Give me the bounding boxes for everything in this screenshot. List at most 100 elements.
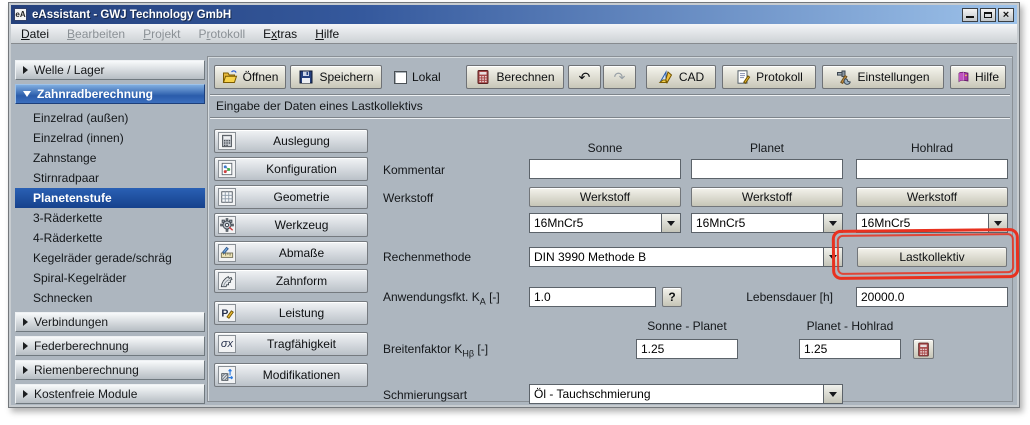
calculator-icon: [475, 69, 491, 85]
redo-button[interactable]: ↷: [603, 65, 636, 89]
dropdown-arrow-icon[interactable]: [988, 214, 1007, 232]
dropdown-arrow-icon[interactable]: [823, 214, 842, 232]
kommentar-input-hohlrad[interactable]: [856, 159, 1008, 179]
section-label: Verbindungen: [34, 315, 108, 329]
close-button[interactable]: ×: [998, 8, 1014, 22]
berechnen-button[interactable]: Berechnen: [466, 65, 564, 89]
sidebar-item-stirnradpaar[interactable]: Stirnradpaar: [15, 168, 205, 188]
dropdown-arrow-icon[interactable]: [823, 385, 842, 403]
minimize-button[interactable]: [962, 8, 978, 22]
sidebar-section-federberechnung[interactable]: Federberechnung: [15, 336, 205, 356]
breitenfaktor-input-sonne-planet[interactable]: [636, 339, 738, 359]
tragfaehigkeit-label: Tragfähigkeit: [236, 337, 367, 351]
sidebar-item-schnecken[interactable]: Schnecken: [15, 288, 205, 308]
save-button[interactable]: Speichern: [290, 65, 382, 89]
hilfe-button[interactable]: Hilfe: [950, 65, 1006, 89]
menu-item-hilfe[interactable]: Hilfe: [315, 27, 339, 41]
dropdown-arrow-icon[interactable]: [823, 248, 842, 266]
sidebar-item-planetenstufe[interactable]: Planetenstufe: [15, 188, 205, 208]
rechenmethode-label: Rechenmethode: [383, 250, 471, 264]
sidebar-section-verbindungen[interactable]: Verbindungen: [15, 312, 205, 332]
breitenfaktor-label: Breitenfaktor KHβ [-]: [383, 342, 488, 358]
rechenmethode-select[interactable]: DIN 3990 Methode B: [529, 247, 843, 267]
select-value: Öl - Tauchschmierung: [530, 385, 823, 403]
anwendungsfaktor-input[interactable]: [529, 287, 656, 307]
save-button-label: Speichern: [319, 70, 373, 84]
werkstoff-select-sonne[interactable]: 16MnCr5: [529, 213, 681, 233]
sidebar-section-welle-lager[interactable]: Welle / Lager: [15, 60, 205, 80]
title-bar[interactable]: eA eAssistant - GWJ Technology GmbH ×: [11, 5, 1017, 24]
cad-button-label: CAD: [679, 70, 704, 84]
sidebar-item-kegelraeder[interactable]: Kegelräder gerade/schräg: [15, 248, 205, 268]
menu-item-extras[interactable]: Extras: [263, 27, 297, 41]
werkstoff-select-planet[interactable]: 16MnCr5: [691, 213, 843, 233]
window-body: Welle / Lager Zahnradberechnung Einzelra…: [11, 44, 1017, 405]
werkstoff-button-hohlrad[interactable]: Werkstoff: [856, 187, 1008, 207]
sidebar-item-spiral-kegelraeder[interactable]: Spiral-Kegelräder: [15, 268, 205, 288]
leistung-button[interactable]: P Leistung: [214, 301, 368, 325]
sidebar-section-zahnradberechnung[interactable]: Zahnradberechnung: [15, 84, 205, 104]
breitenfaktor-input-planet-hohlrad[interactable]: [799, 339, 901, 359]
column-header-hohlrad: Hohlrad: [856, 141, 1008, 155]
anwendungsfaktor-label: Anwendungsfkt. KA [-]: [383, 290, 500, 306]
kommentar-input-sonne[interactable]: [529, 159, 681, 179]
sidebar-section-riemenberechnung[interactable]: Riemenberechnung: [15, 360, 205, 380]
zahnform-label: Zahnform: [236, 274, 367, 288]
sidebar-nav: Welle / Lager Zahnradberechnung Einzelra…: [15, 60, 205, 405]
section-label: Welle / Lager: [34, 63, 104, 77]
cad-button[interactable]: CAD: [646, 65, 716, 89]
zahnform-button[interactable]: Zahnform: [214, 269, 368, 293]
abmasse-button[interactable]: Abmaße: [214, 241, 368, 265]
panel-header: Eingabe der Daten eines Lastkollektivs: [216, 99, 423, 113]
sidebar-item-einzelrad-aussen[interactable]: Einzelrad (außen): [15, 108, 205, 128]
geometrie-label: Geometrie: [236, 190, 367, 204]
menu-item-protokoll: Protokoll: [198, 27, 245, 41]
lebensdauer-input[interactable]: [856, 287, 1008, 307]
help-question-button[interactable]: ?: [662, 287, 682, 307]
auslegung-label: Auslegung: [236, 134, 367, 148]
schmierungsart-select[interactable]: Öl - Tauchschmierung: [529, 384, 843, 404]
auslegung-button[interactable]: Auslegung: [214, 129, 368, 153]
sidebar-section-kostenfreie-module[interactable]: Kostenfreie Module: [15, 384, 205, 404]
protokoll-button[interactable]: Protokoll: [722, 65, 816, 89]
divider: [210, 117, 1010, 119]
werkzeug-button[interactable]: Werkzeug: [214, 213, 368, 237]
floppy-disk-icon: [298, 69, 314, 85]
werkstoff-button-planet[interactable]: Werkstoff: [691, 187, 843, 207]
lokal-checkbox[interactable]: Lokal: [394, 70, 441, 84]
open-button[interactable]: Öffnen: [214, 65, 286, 89]
grid-icon: [218, 188, 236, 206]
screenshot-stage: eA eAssistant - GWJ Technology GmbH × Da…: [0, 0, 1030, 425]
svg-text:P: P: [221, 308, 228, 320]
sidebar-item-einzelrad-innen[interactable]: Einzelrad (innen): [15, 128, 205, 148]
konfiguration-button[interactable]: Konfiguration: [214, 157, 368, 181]
tragfaehigkeit-button[interactable]: σx Tragfähigkeit: [214, 332, 368, 356]
modifikationen-label: Modifikationen: [236, 368, 367, 382]
lebensdauer-label: Lebensdauer [h]: [731, 290, 833, 304]
sidebar-item-zahnstange[interactable]: Zahnstange: [15, 148, 205, 168]
select-value: DIN 3990 Methode B: [530, 248, 823, 266]
sigma-icon: σx: [218, 335, 236, 353]
divider: [210, 94, 1010, 96]
dropdown-arrow-icon[interactable]: [661, 214, 680, 232]
sidebar-item-3-raederkette[interactable]: 3-Räderkette: [15, 208, 205, 228]
maximize-button[interactable]: [980, 8, 996, 22]
section-label: Federberechnung: [34, 339, 129, 353]
kommentar-input-planet[interactable]: [691, 159, 843, 179]
report-document-icon: [735, 69, 751, 85]
chevron-right-icon: [23, 366, 28, 374]
einstellungen-button[interactable]: Einstellungen: [822, 65, 944, 89]
werkstoff-button-sonne[interactable]: Werkstoff: [529, 187, 681, 207]
sidebar-item-4-raederkette[interactable]: 4-Räderkette: [15, 228, 205, 248]
geometrie-button[interactable]: Geometrie: [214, 185, 368, 209]
open-folder-icon: [222, 69, 238, 85]
checkbox-icon: [394, 71, 407, 84]
undo-button[interactable]: ↶: [568, 65, 601, 89]
modifikationen-button[interactable]: Modifikationen: [214, 363, 368, 387]
section-label: Kostenfreie Module: [34, 387, 137, 401]
menu-item-datei[interactable]: Datei: [21, 27, 49, 41]
werkstoff-select-hohlrad[interactable]: 16MnCr5: [856, 213, 1008, 233]
abmasse-label: Abmaße: [236, 246, 367, 260]
breitenfaktor-calc-button[interactable]: [913, 339, 934, 359]
lastkollektiv-button[interactable]: Lastkollektiv: [857, 247, 1007, 267]
